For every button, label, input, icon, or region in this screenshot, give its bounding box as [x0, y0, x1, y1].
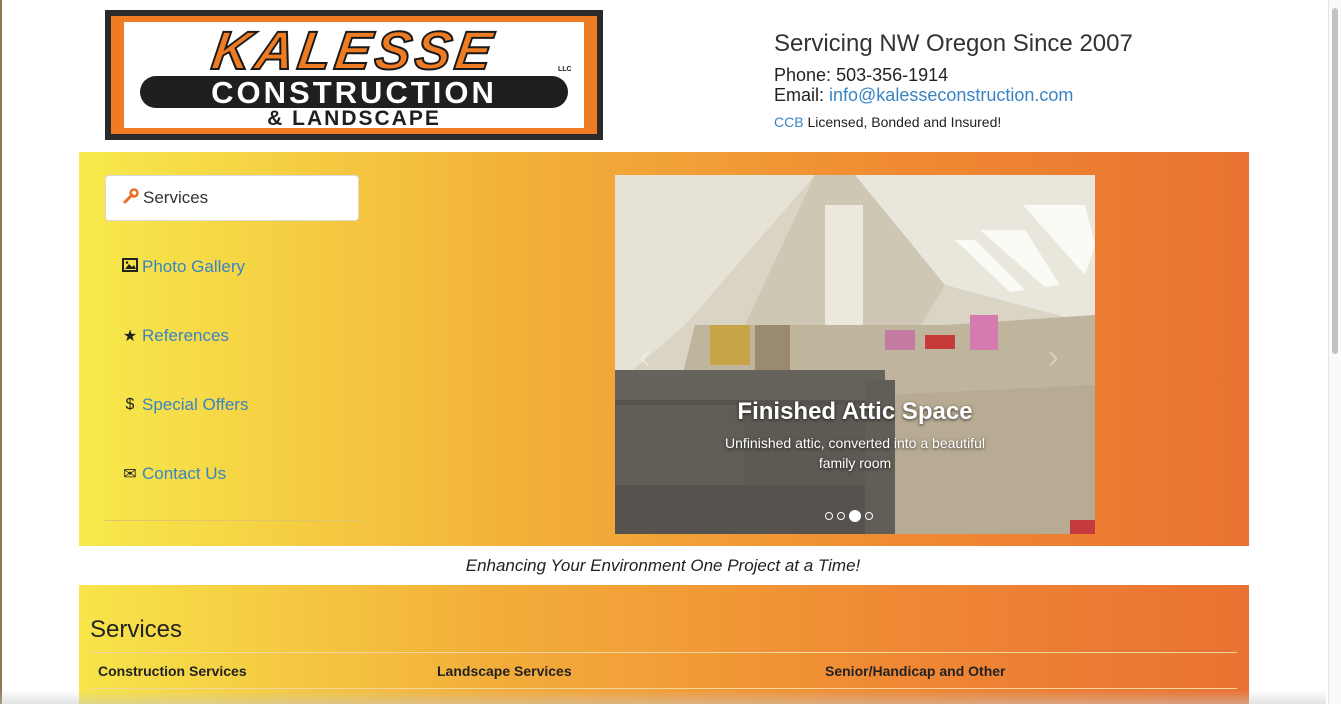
column-header-senior: Senior/Handicap and Other [825, 663, 1006, 679]
ccb-line: CCB Licensed, Bonded and Insured! [774, 114, 1001, 130]
email-label: Email: [774, 85, 830, 105]
ccb-link[interactable]: CCB [774, 114, 804, 130]
picture-icon [120, 257, 140, 277]
logo-construction-bar: CONSTRUCTION [140, 75, 568, 110]
logo-landscape-text: & LANDSCAPE [267, 107, 441, 130]
header-tagline: Servicing NW Oregon Since 2007 [774, 30, 1133, 57]
hero-band: Services Photo Gallery ★ References $ Sp… [79, 152, 1249, 546]
star-icon: ★ [122, 328, 138, 345]
services-divider [90, 652, 1237, 653]
nav-label-references: References [142, 326, 229, 345]
carousel-caption: Finished Attic Space Unfinished attic, c… [705, 397, 1005, 473]
phone-label: Phone: [774, 65, 837, 85]
nav-item-references[interactable]: ★ References [105, 313, 362, 359]
company-motto: Enhancing Your Environment One Project a… [465, 556, 861, 575]
nav-item-photo-gallery[interactable]: Photo Gallery [105, 244, 362, 290]
company-logo[interactable]: KALESSE LLC CONSTRUCTION & LANDSCAPE [105, 10, 603, 140]
email-link[interactable]: info@kalesseconstruction.com [829, 85, 1073, 105]
nav-label-special-offers: Special Offers [142, 395, 249, 414]
window-frame-left [0, 0, 2, 704]
window-bottom-shadow [0, 690, 1326, 704]
carousel-indicator-1[interactable] [825, 512, 833, 520]
nav-item-services[interactable]: Services [105, 175, 359, 221]
nav-item-contact-us[interactable]: ✉ Contact Us [105, 451, 362, 497]
services-panel: Services Construction Services Landscape… [79, 585, 1249, 704]
envelope-icon: ✉ [123, 466, 137, 483]
main-nav: Services Photo Gallery ★ References $ Sp… [105, 175, 362, 520]
dollar-icon: $ [125, 396, 135, 413]
column-header-construction: Construction Services [98, 663, 247, 679]
image-carousel[interactable]: ‹ › Finished Attic Space Unfinished atti… [615, 175, 1095, 534]
services-table-divider [90, 688, 1237, 689]
nav-label-services: Services [143, 188, 209, 207]
carousel-indicator-4[interactable] [865, 512, 873, 520]
logo-llc-text: LLC [558, 66, 572, 73]
logo-brand-text: KALESSE [207, 20, 500, 82]
nav-divider [105, 520, 362, 521]
email-line: Email: info@kalesseconstruction.com [774, 85, 1073, 105]
services-heading: Services [90, 616, 183, 643]
nav-item-special-offers[interactable]: $ Special Offers [105, 382, 362, 428]
nav-label-contact-us: Contact Us [142, 464, 227, 483]
carousel-next-button[interactable]: › [1048, 340, 1059, 374]
carousel-indicator-2[interactable] [837, 512, 845, 520]
carousel-indicator-3[interactable] [849, 510, 861, 522]
phone-number: 503-356-1914 [836, 65, 949, 85]
slide-image-attic [615, 175, 1095, 534]
carousel-prev-button[interactable]: ‹ [639, 340, 650, 374]
caption-title: Finished Attic Space [737, 398, 973, 425]
logo-panel: KALESSE LLC CONSTRUCTION & LANDSCAPE [124, 20, 584, 130]
column-header-landscape: Landscape Services [437, 663, 572, 679]
wrench-icon [121, 187, 141, 209]
ccb-text: Licensed, Bonded and Insured! [803, 114, 1002, 130]
vertical-scrollbar[interactable] [1328, 0, 1341, 704]
phone-line: Phone: 503-356-1914 [774, 65, 948, 85]
caption-text: Unfinished attic, converted into a beaut… [725, 435, 985, 471]
nav-label-photo-gallery: Photo Gallery [142, 257, 245, 276]
scrollbar-thumb[interactable] [1332, 8, 1338, 354]
logo-construction-text: CONSTRUCTION [211, 75, 497, 110]
carousel-indicators [825, 510, 873, 522]
logo-orange-border: KALESSE LLC CONSTRUCTION & LANDSCAPE [111, 16, 597, 134]
